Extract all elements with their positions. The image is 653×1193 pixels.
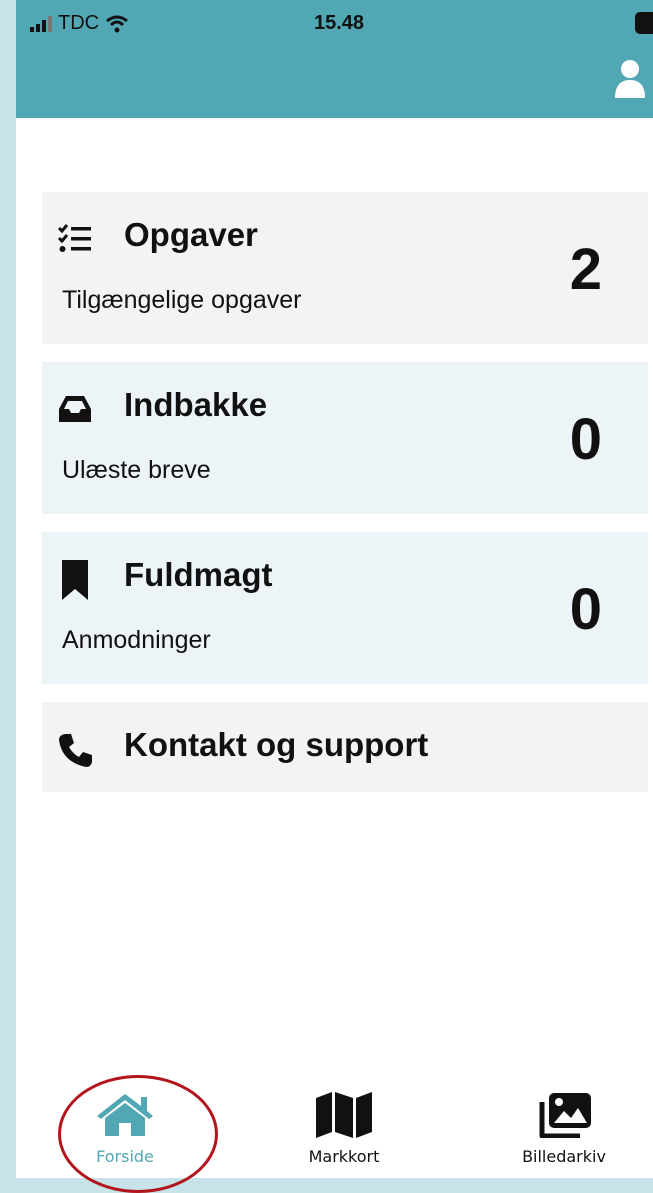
nav-item-markkort[interactable]: Markkort [294,1090,394,1166]
card-count: 0 [569,407,602,472]
card-title: Indbakke [124,386,268,423]
card-subtitle: Ulæste breve [62,456,211,484]
battery-icon [635,12,653,34]
nav-item-billedarkiv[interactable]: Billedarkiv [504,1090,624,1166]
status-time: 15.48 [314,12,365,34]
map-icon [316,1092,372,1138]
card-fuldmagt[interactable]: Fuldmagt Anmodninger 0 [42,532,648,684]
top-bar: TDC 15.48 [16,0,653,118]
images-icon [539,1093,591,1139]
annotation-circle [58,1075,218,1193]
card-opgaver[interactable]: Opgaver Tilgængelige opgaver 2 [42,192,648,344]
inbox-icon [59,396,91,422]
nav-label: Markkort [308,1147,380,1166]
task-list-icon [58,224,91,252]
card-title: Fuldmagt [124,556,273,593]
wifi-icon [106,15,129,32]
app-screen: TDC 15.48 Opgaver Tilgængelige opgaver 2 [16,0,653,1178]
bookmark-icon [62,560,88,600]
card-kontakt-og-support[interactable]: Kontakt og support [42,702,648,792]
nav-label: Billedarkiv [522,1147,606,1166]
card-title: Kontakt og support [124,726,429,763]
phone-icon [59,734,92,767]
card-indbakke[interactable]: Indbakke Ulæste breve 0 [42,362,648,514]
card-title: Opgaver [124,216,258,253]
profile-icon[interactable] [613,58,647,98]
card-subtitle: Anmodninger [62,626,211,654]
card-count: 0 [569,577,602,642]
carrier-label: TDC [58,12,100,34]
signal-icon [30,15,52,32]
card-subtitle: Tilgængelige opgaver [62,286,302,314]
card-count: 2 [569,237,602,302]
status-carrier: TDC [30,12,129,35]
